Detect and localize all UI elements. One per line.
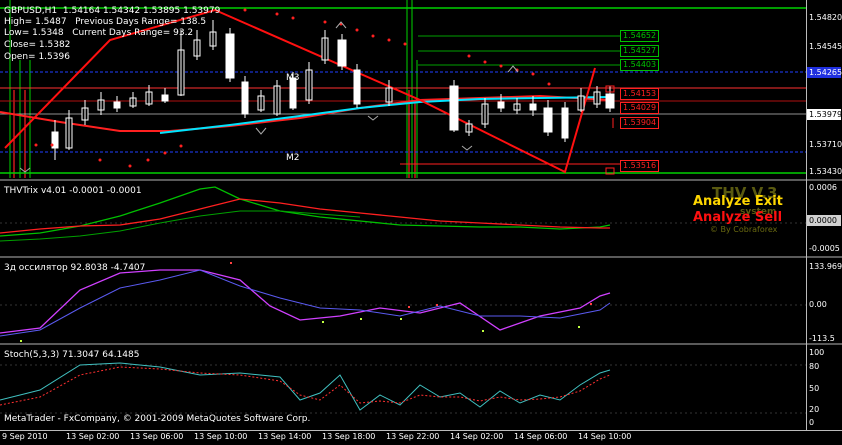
time-label: 13 Sep 18:00 <box>322 432 376 441</box>
thv-tick: -0.0005 <box>809 244 840 253</box>
stoch-tick: 0 <box>809 418 815 427</box>
stochastic-pane[interactable]: Stoch(5,3,3) 71.3047 64.1485 MetaTrader … <box>0 345 806 430</box>
level-label: 1.54403 <box>620 59 660 71</box>
time-label: 13 Sep 14:00 <box>258 432 312 441</box>
stoch-tick: 100 <box>809 348 825 357</box>
time-label: 13 Sep 22:00 <box>386 432 440 441</box>
info-low: Low= 1.5348 Current Days Range= 93.2 <box>4 28 194 38</box>
info-close: Close= 1.5382 <box>4 40 71 50</box>
label-m3: M3 <box>286 73 300 83</box>
price-tick: 1.54545 <box>809 42 842 51</box>
price-chart-pane[interactable]: GBPUSD,H1 1.54164 1.54342 1.53895 1.5397… <box>0 0 806 178</box>
blue-price-tag: 1.54265 <box>807 67 842 78</box>
level-label: 1.54153 <box>620 88 660 100</box>
level-label: 1.54527 <box>620 45 660 57</box>
time-label: 14 Sep 02:00 <box>450 432 504 441</box>
label-m2: M2 <box>286 153 300 163</box>
oscillator-pane[interactable]: 3д оссилятор 92.8038 -4.7407 <box>0 258 806 342</box>
osc-tick: -113.5 <box>809 334 835 343</box>
stoch-tick: 50 <box>809 384 820 393</box>
osc-title: 3д оссилятор 92.8038 -4.7407 <box>4 263 146 273</box>
stoch-tick: 80 <box>809 362 820 371</box>
thv-title: THVTrix v4.01 -0.0001 -0.0001 <box>4 186 142 196</box>
thv-tick: 0.0006 <box>809 183 837 192</box>
stoch-tick: 20 <box>809 405 820 414</box>
level-label: 1.53904 <box>620 117 660 129</box>
analyze-sell-label: Analyze Sell <box>693 210 783 225</box>
thv-zero-tag: 0.0000 <box>807 215 841 226</box>
current-price-tag: 1.53979 <box>807 109 842 120</box>
time-label: 13 Sep 06:00 <box>130 432 184 441</box>
info-high: High= 1.5487 Previous Days Range= 138.5 <box>4 17 207 27</box>
time-label: 13 Sep 02:00 <box>66 432 120 441</box>
time-label: 14 Sep 06:00 <box>514 432 568 441</box>
price-tick: 1.53430 <box>809 167 842 176</box>
level-label: 1.53516 <box>620 160 660 172</box>
price-tick: 1.54820 <box>809 13 842 22</box>
info-open: Open= 1.5396 <box>4 52 70 62</box>
level-label: 1.54652 <box>620 30 660 42</box>
by-cobraforex-label: © By Cobraforex <box>710 225 778 234</box>
level-label: 1.54029 <box>620 102 660 114</box>
analyze-exit-label: Analyze Exit <box>693 194 783 209</box>
thv-trix-pane[interactable]: THVTrix v4.01 -0.0001 -0.0001 THV V.3 sy… <box>0 181 806 256</box>
osc-tick: 133.969 <box>809 262 842 271</box>
stoch-title: Stoch(5,3,3) 71.3047 64.1485 <box>4 350 140 360</box>
price-tick: 1.53710 <box>809 140 842 149</box>
time-label: 13 Sep 10:00 <box>194 432 248 441</box>
time-label: 9 Sep 2010 <box>2 432 48 441</box>
copyright-footer: MetaTrader - FxCompany, © 2001-2009 Meta… <box>4 414 311 424</box>
osc-tick: 0.00 <box>809 300 827 309</box>
chart-title: GBPUSD,H1 1.54164 1.54342 1.53895 1.5397… <box>4 6 221 16</box>
time-label: 14 Sep 10:00 <box>578 432 632 441</box>
